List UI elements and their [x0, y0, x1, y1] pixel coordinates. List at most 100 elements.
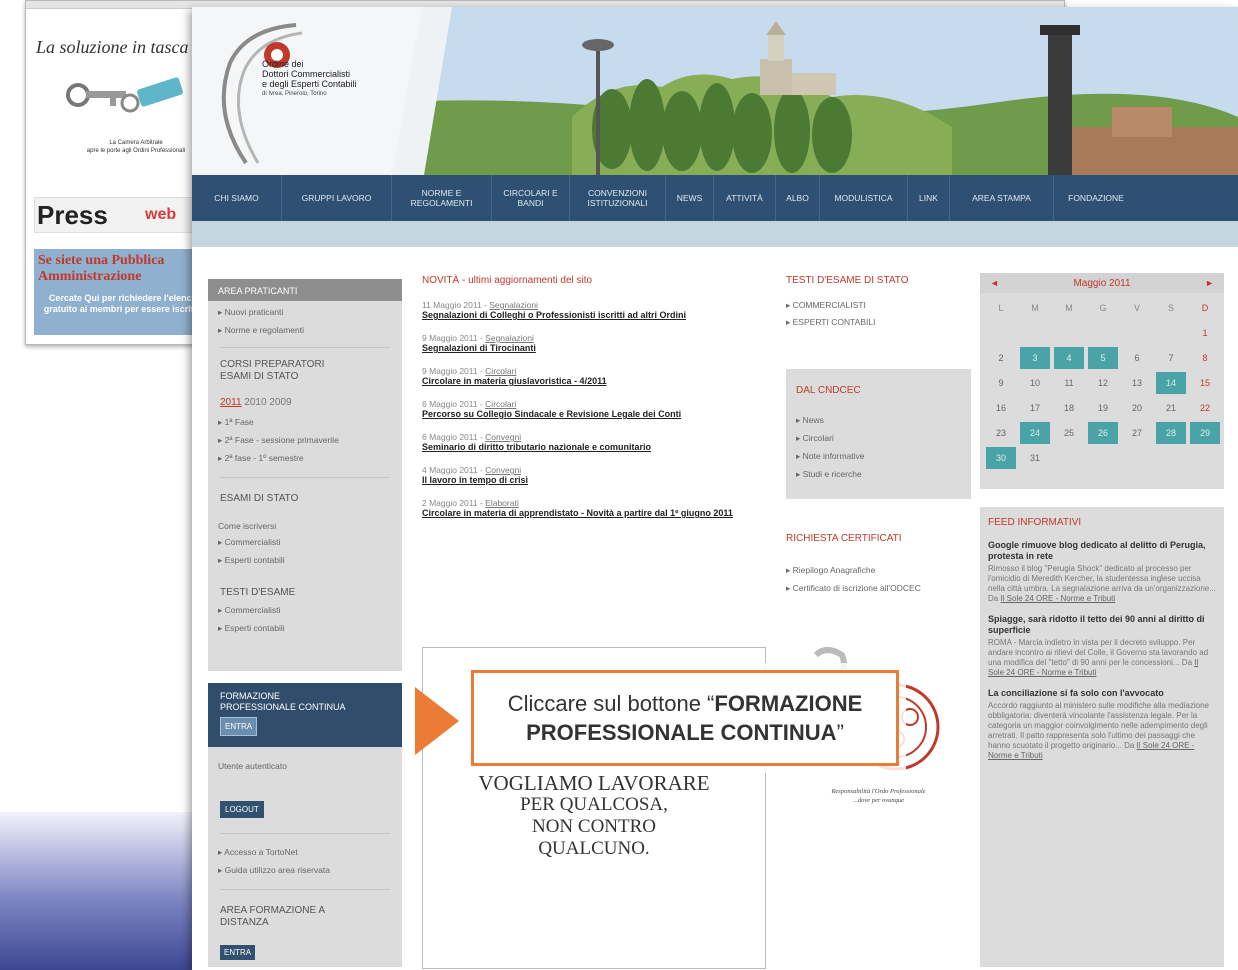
poster-line2: PER QUALCOSA, [520, 794, 668, 815]
news-category-link[interactable]: Circolari [485, 399, 516, 409]
calendar-prev-icon[interactable]: ◄ [990, 278, 999, 288]
link-cndcec-note[interactable]: ▸ Note informative [796, 451, 865, 462]
news-title-link[interactable]: Il lavoro in tempo di crisi [422, 475, 772, 486]
callout-prefix: Cliccare sul bottone “ [507, 691, 715, 716]
nav-albo[interactable]: ALBO [776, 175, 820, 221]
link-cndcec-news[interactable]: ▸ News [796, 415, 824, 426]
calendar-day[interactable]: 14 [1156, 372, 1186, 394]
calendar-day: 12 [1097, 378, 1108, 388]
news-category-link[interactable]: Elaborati [485, 498, 519, 508]
calendar-day[interactable]: 5 [1088, 347, 1118, 369]
link-testi-esperti[interactable]: ▸ Esperti contabili [218, 623, 285, 634]
link-testi-commercialisti[interactable]: ▸ Commercialisti [218, 605, 280, 616]
nav-norme-regolamenti[interactable]: NORME E REGOLAMENTI [392, 175, 492, 221]
pa-banner-title: Se siete una Pubblica Amministrazione [38, 253, 165, 284]
feed-item-title[interactable]: Google rimuove blog dedicato al delitto … [988, 540, 1216, 562]
distanza-entra-button[interactable]: ENTRA [220, 945, 256, 960]
feed-item-title[interactable]: Spiagge, sarà ridotto il tetto dei 90 an… [988, 614, 1216, 636]
news-category-link[interactable]: Segnalazioni [485, 333, 534, 343]
calendar-next-icon[interactable]: ► [1205, 278, 1214, 288]
year-selector: 2011 2010 2009 [220, 397, 292, 408]
year-2010[interactable]: 2010 [244, 397, 266, 408]
link-norme-regolamenti[interactable]: ▸ Norme e regolamenti [218, 325, 304, 336]
news-date: 6 Maggio 2011 - Convegni [422, 432, 772, 442]
news-category-link[interactable]: Circolari [485, 366, 516, 376]
logout-button[interactable]: LOGOUT [220, 801, 264, 818]
news-title-link[interactable]: Percorso su Collegio Sindacale e Revisio… [422, 409, 772, 420]
link-fase-2-primaverile[interactable]: ▸ 2ª Fase - sessione primaverile [218, 435, 339, 446]
calendar-weekday: M [1031, 303, 1039, 313]
link-testi-commercialisti-upper[interactable]: ▸ COMMERCIALISTI [786, 300, 971, 311]
link-fase-1[interactable]: ▸ 1ª Fase [218, 417, 254, 428]
link-nuovi-praticanti[interactable]: ▸ Nuovi praticanti [218, 307, 283, 318]
link-cndcec-circolari[interactable]: ▸ Circolari [796, 433, 834, 444]
press-web-banner[interactable]: Press web [34, 197, 204, 233]
callout-arrow-icon [415, 687, 459, 755]
link-guida-area-riservata[interactable]: ▸ Guida utilizzo area riservata [218, 865, 330, 876]
nav-fondazione[interactable]: FONDAZIONE [1054, 175, 1138, 221]
calendar-day: 15 [1199, 378, 1210, 388]
nav-area-stampa[interactable]: AREA STAMPA [950, 175, 1054, 221]
corsi-heading: CORSI PREPARATORI ESAMI DI STATO [220, 359, 324, 383]
calendar-day: 19 [1097, 403, 1108, 413]
sub-navigation-bar [192, 221, 1238, 247]
main-browser-window: Ordine dei Dottori Commercialisti e degl… [192, 7, 1238, 970]
feed-item-title[interactable]: La conciliazione si fa solo con l'avvoca… [988, 688, 1216, 699]
fpc-entra-button[interactable]: ENTRA [220, 717, 258, 736]
nav-convenzioni[interactable]: CONVENZIONI ISTITUZIONALI [570, 175, 666, 221]
calendar-day[interactable]: 26 [1088, 422, 1118, 444]
calendar-day[interactable]: 3 [1020, 347, 1050, 369]
news-date: 9 Maggio 2011 - Circolari [422, 366, 772, 376]
pa-banner-body: Cercate Qui per richiedere l'elenco grat… [43, 293, 203, 314]
link-cndcec-studi-label: Studi e ricerche [802, 469, 862, 479]
news-category-link[interactable]: Convegni [485, 465, 521, 475]
calendar-day[interactable]: 29 [1190, 422, 1220, 444]
calendar-day[interactable]: 4 [1054, 347, 1084, 369]
nav-gruppi-lavoro[interactable]: GRUPPI LAVORO [282, 175, 392, 221]
nav-circolari-bandi[interactable]: CIRCOLARI E BANDI [492, 175, 570, 221]
link-certificato-iscrizione[interactable]: ▸ Certificato di iscrizione all'ODCEC [786, 583, 936, 594]
link-testi-esperti-upper[interactable]: ▸ ESPERTI CONTABILI [786, 317, 971, 328]
nav-chi-siamo[interactable]: CHI SIAMO [192, 175, 282, 221]
link-esami-esperti-label: Esperti contabili [224, 555, 285, 565]
news-title-link[interactable]: Seminario di diritto tributario nazional… [422, 442, 772, 453]
nav-news[interactable]: NEWS [666, 175, 714, 221]
link-certificato-iscrizione-label: Certificato di iscrizione all'ODCEC [792, 583, 921, 593]
news-title-link[interactable]: Segnalazioni di Tirocinanti [422, 343, 772, 354]
link-accesso-tortonet[interactable]: ▸ Accesso a TortoNet [218, 847, 298, 858]
calendar-weekday: S [1167, 303, 1174, 313]
calendar-day[interactable]: 28 [1156, 422, 1186, 444]
feed-source-link[interactable]: Il Sole 24 ORE - Norme e Tributi [1000, 594, 1115, 603]
news-title-link[interactable]: Circolare in materia di apprendistato - … [422, 508, 772, 519]
news-category-link[interactable]: Convegni [485, 432, 521, 442]
calendar-day: 21 [1165, 403, 1176, 413]
calendar-day: 31 [1029, 453, 1040, 463]
background-tagline: La soluzione in tasca [36, 37, 189, 57]
news-title-link[interactable]: Circolare in materia giuslavoristica - 4… [422, 376, 772, 387]
news-heading: NOVITÀ - ultimi aggiornamenti del sito [422, 275, 593, 286]
link-esami-esperti[interactable]: ▸ Esperti contabili [218, 555, 285, 566]
news-category-link[interactable]: Segnalazioni [489, 300, 538, 310]
keys-caption-line2: apre le porte agli Ordini Professionali [86, 148, 186, 154]
link-accesso-tortonet-label: Accesso a TortoNet [224, 847, 298, 857]
link-cndcec-note-label: Note informative [802, 451, 865, 461]
link-esami-commercialisti[interactable]: ▸ Commercialisti [218, 537, 280, 548]
link-cndcec-studi[interactable]: ▸ Studi e ricerche [796, 469, 862, 480]
link-fase-2-semestre[interactable]: ▸ 2ª fase - 1º semestre [218, 453, 304, 464]
news-item: 9 Maggio 2011 - Circolari Circolare in m… [422, 366, 772, 387]
calendar-day[interactable]: 30 [986, 447, 1016, 469]
utente-autenticato: Utente autenticato [218, 761, 287, 771]
calendar-grid: L M M G V S D 1 2 3 4 5 6 7 8 9 10 11 12 13 14 15 16 17 18 19 20 21… [984, 297, 1222, 469]
link-riepilogo-anagrafiche[interactable]: ▸ Riepilogo Anagrafiche [786, 565, 875, 576]
news-title-link[interactable]: Segnalazioni di Colleghi o Professionist… [422, 310, 772, 321]
nav-attivita[interactable]: ATTIVITÀ [714, 175, 776, 221]
keys-caption-line1: La Camera Arbitrale [109, 140, 163, 146]
year-2009[interactable]: 2009 [269, 397, 291, 408]
year-2011[interactable]: 2011 [220, 397, 242, 408]
testi-heading: TESTI D'ESAME [220, 587, 296, 598]
calendar-day[interactable]: 24 [1020, 422, 1050, 444]
pa-banner[interactable]: Se siete una Pubblica Amministrazione Ce… [34, 249, 204, 335]
nav-modulistica[interactable]: MODULISTICA [820, 175, 908, 221]
news-date-text: 2 Maggio 2011 - [422, 498, 486, 508]
nav-link[interactable]: LINK [908, 175, 950, 221]
